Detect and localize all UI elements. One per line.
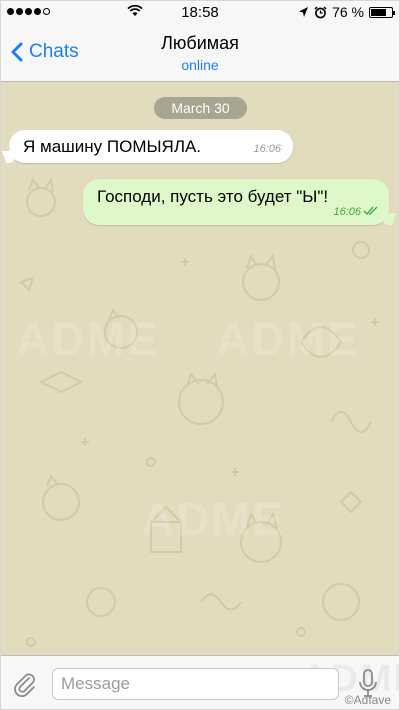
message-text: Я машину ПОМЫЯЛА. — [23, 137, 202, 156]
battery-percent: 76 % — [332, 4, 364, 20]
battery-icon — [369, 6, 395, 18]
status-bar: 18:58 76 % — [1, 1, 399, 23]
message-time: 16:06 — [333, 206, 361, 218]
paperclip-icon[interactable] — [13, 669, 37, 699]
watermark: ADME — [16, 313, 160, 365]
message-input-bar: ADME ©Adfave — [1, 655, 399, 709]
chat-area[interactable]: ADME ADME ADME March 30 Я машину ПОМЫЯЛА… — [1, 82, 399, 655]
credit-text: ©Adfave — [344, 693, 391, 707]
location-arrow-icon — [299, 7, 309, 17]
phone-screen: 18:58 76 % Chats Любимая online ADME ADM… — [0, 0, 400, 710]
outgoing-message[interactable]: Господи, пусть это будет "Ы"! 16:06 — [83, 179, 389, 225]
watermark: ADME — [216, 313, 360, 365]
double-check-icon — [363, 206, 378, 216]
message-text: Господи, пусть это будет "Ы"! — [97, 187, 329, 206]
incoming-message[interactable]: Я машину ПОМЫЯЛА. 16:06 — [9, 130, 293, 163]
watermark: ADME — [141, 493, 285, 545]
chat-title[interactable]: Любимая — [1, 33, 399, 54]
date-separator: March 30 — [154, 97, 247, 119]
battery-fill — [371, 8, 387, 16]
chat-wallpaper — [19, 177, 379, 647]
message-time: 16:06 — [253, 143, 281, 155]
alarm-icon — [314, 5, 327, 18]
message-input[interactable] — [52, 668, 339, 700]
status-right-group: 76 % — [298, 4, 395, 20]
navigation-bar: Chats Любимая online — [1, 23, 399, 82]
chat-status: online — [181, 57, 219, 73]
